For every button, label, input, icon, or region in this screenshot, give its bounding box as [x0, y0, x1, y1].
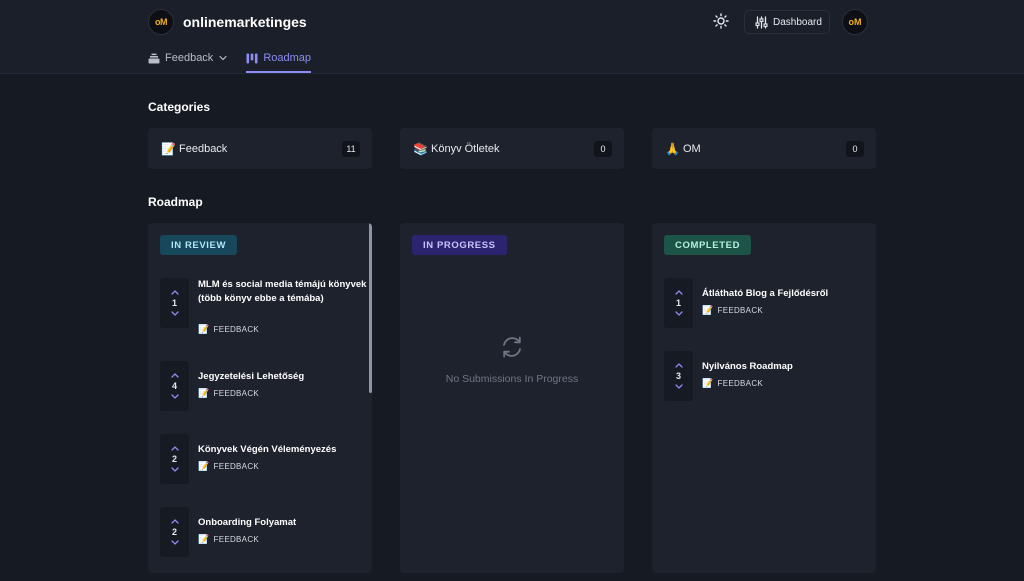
- brand-name: onlinemarketinges: [183, 14, 307, 30]
- downvote-chevron-icon[interactable]: [170, 310, 180, 317]
- vote-count: 3: [675, 371, 681, 381]
- vote-count: 2: [171, 527, 177, 537]
- sun-icon: [713, 13, 729, 29]
- item-title[interactable]: Nyilvános Roadmap: [702, 360, 872, 374]
- memo-icon: 📝: [198, 461, 210, 471]
- chevron-down-icon: [219, 55, 227, 61]
- nav-feedback-label: Feedback: [165, 52, 214, 64]
- category-name: Könyv Ötletek: [431, 142, 500, 155]
- category-count: 0: [846, 140, 864, 157]
- column-completed: COMPLETED 1 Átlátható Blog a Fejlődésről…: [652, 223, 876, 573]
- downvote-chevron-icon[interactable]: [674, 383, 684, 390]
- column-in-review: IN REVIEW 1 MLM és social media témájú k…: [148, 223, 372, 573]
- memo-icon: 📝: [198, 534, 210, 544]
- status-badge-in-review: IN REVIEW: [160, 235, 238, 255]
- item-title[interactable]: Jegyzetelési Lehetőség: [198, 370, 368, 384]
- nav-roadmap-label: Roadmap: [263, 52, 312, 64]
- theme-toggle-button[interactable]: [711, 11, 731, 31]
- column-in-progress: IN PROGRESS No Submissions In Progress: [400, 223, 624, 573]
- sliders-icon: [755, 15, 768, 29]
- upvote-chevron-icon[interactable]: [170, 445, 180, 452]
- column-scrollbar[interactable]: [369, 223, 372, 393]
- vote-count: 1: [171, 298, 177, 308]
- upvote-chevron-icon[interactable]: [170, 372, 180, 379]
- brand[interactable]: oM onlinemarketinges: [148, 9, 307, 35]
- empty-state: No Submissions In Progress: [400, 334, 624, 385]
- item-tag-label: FEEDBACK: [717, 306, 764, 315]
- vote-widget: 2: [160, 507, 189, 557]
- empty-state-text: No Submissions In Progress: [445, 373, 579, 385]
- item-tag-label: FEEDBACK: [717, 379, 764, 388]
- main-nav: Feedback Roadmap: [148, 50, 329, 74]
- downvote-chevron-icon[interactable]: [170, 393, 180, 400]
- item-tag: 📝 FEEDBACK: [198, 324, 259, 335]
- memo-icon: 📝: [161, 141, 176, 156]
- item-title[interactable]: Onboarding Folyamat: [198, 516, 368, 530]
- refresh-icon: [503, 336, 521, 358]
- category-card-om[interactable]: 🙏 OM 0: [652, 128, 876, 169]
- inbox-icon: [148, 53, 160, 63]
- vote-count: 2: [171, 454, 177, 464]
- upvote-chevron-icon[interactable]: [674, 362, 684, 369]
- item-tag-label: FEEDBACK: [213, 462, 260, 471]
- dashboard-label: Dashboard: [773, 16, 822, 28]
- dashboard-button[interactable]: Dashboard: [744, 10, 830, 34]
- memo-icon: 📝: [702, 305, 714, 315]
- item-tag-label: FEEDBACK: [213, 389, 260, 398]
- item-title[interactable]: Átlátható Blog a Fejlődésről: [702, 287, 872, 301]
- downvote-chevron-icon[interactable]: [170, 466, 180, 473]
- memo-icon: 📝: [702, 378, 714, 388]
- nav-feedback[interactable]: Feedback: [148, 50, 228, 66]
- vote-widget: 4: [160, 361, 189, 411]
- status-badge-completed: COMPLETED: [664, 235, 752, 255]
- category-card-konyv-otletek[interactable]: 📚 Könyv Ötletek 0: [400, 128, 624, 169]
- top-bar: oM onlinemarketinges Dashboard oM Feedba…: [0, 0, 1024, 74]
- item-tag: 📝 FEEDBACK: [198, 388, 259, 399]
- vote-widget: 2: [160, 434, 189, 484]
- vote-widget: 1: [664, 278, 693, 328]
- item-tag-label: FEEDBACK: [213, 325, 260, 334]
- vote-widget: 3: [664, 351, 693, 401]
- upvote-chevron-icon[interactable]: [170, 289, 180, 296]
- categories-title: Categories: [148, 100, 211, 114]
- roadmap-icon: [246, 53, 258, 63]
- memo-icon: 📝: [198, 388, 210, 398]
- category-name: OM: [683, 142, 701, 155]
- category-count: 11: [342, 140, 360, 157]
- nav-roadmap[interactable]: Roadmap: [246, 50, 312, 73]
- item-title[interactable]: MLM és social media témájú könyvek (több…: [198, 278, 368, 306]
- item-title[interactable]: Könyvek Végén Véleményezés: [198, 443, 368, 457]
- category-count: 0: [594, 140, 612, 157]
- vote-widget: 1: [160, 278, 189, 328]
- upvote-chevron-icon[interactable]: [674, 289, 684, 296]
- logo: oM: [148, 9, 174, 35]
- books-icon: 📚: [413, 141, 428, 156]
- status-badge-in-progress: IN PROGRESS: [412, 235, 507, 255]
- praying-hands-icon: 🙏: [665, 141, 680, 156]
- item-tag: 📝 FEEDBACK: [702, 378, 763, 389]
- avatar[interactable]: oM: [842, 9, 868, 35]
- upvote-chevron-icon[interactable]: [170, 518, 180, 525]
- item-tag: 📝 FEEDBACK: [198, 461, 259, 472]
- item-tag: 📝 FEEDBACK: [702, 305, 763, 316]
- downvote-chevron-icon[interactable]: [674, 310, 684, 317]
- roadmap-title: Roadmap: [148, 195, 203, 209]
- item-tag-label: FEEDBACK: [213, 535, 260, 544]
- vote-count: 1: [675, 298, 681, 308]
- downvote-chevron-icon[interactable]: [170, 539, 180, 546]
- category-card-feedback[interactable]: 📝 Feedback 11: [148, 128, 372, 169]
- item-tag: 📝 FEEDBACK: [198, 534, 259, 545]
- vote-count: 4: [171, 381, 177, 391]
- category-name: Feedback: [179, 142, 228, 155]
- memo-icon: 📝: [198, 324, 210, 334]
